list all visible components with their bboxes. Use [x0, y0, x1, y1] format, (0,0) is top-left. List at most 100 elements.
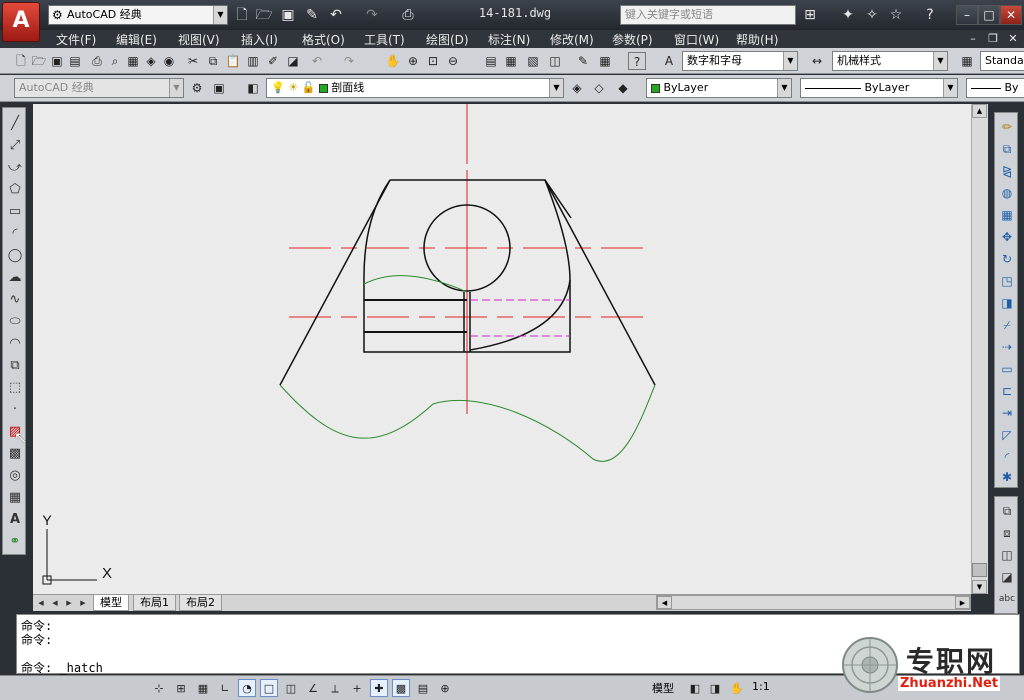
- dim-style-icon[interactable]: ↔: [808, 52, 826, 70]
- paste-special-icon[interactable]: ▥: [244, 52, 262, 70]
- menu-tools[interactable]: 工具(T): [364, 31, 405, 48]
- doc-close-button[interactable]: ✕: [1006, 32, 1020, 46]
- grid-display-icon[interactable]: ▦: [194, 679, 212, 697]
- infer-constraints-icon[interactable]: ⊹: [150, 679, 168, 697]
- menu-parametric[interactable]: 参数(P): [612, 31, 653, 48]
- model-space-label[interactable]: 模型: [652, 680, 674, 696]
- send-to-back-icon[interactable]: ⧈: [997, 523, 1017, 543]
- text-style-icon[interactable]: A: [660, 52, 678, 70]
- add-selected-icon[interactable]: ⚭: [5, 532, 25, 552]
- make-current-icon[interactable]: ◈: [568, 79, 586, 97]
- stretch-icon[interactable]: ◨: [997, 293, 1017, 313]
- bring-to-front-icon[interactable]: ⧉: [997, 501, 1017, 521]
- dynamic-ucs-icon[interactable]: ⟂: [326, 679, 344, 697]
- pan-icon[interactable]: ✋: [728, 679, 746, 697]
- vertical-scroll-thumb[interactable]: [972, 563, 987, 577]
- dim-style-select[interactable]: 机械样式 ▼: [832, 51, 948, 71]
- horizontal-scrollbar[interactable]: ◀ ▶: [656, 595, 971, 610]
- sheet-icon[interactable]: ▤: [66, 52, 84, 70]
- save-icon[interactable]: ▣: [278, 5, 298, 25]
- table-style-select[interactable]: Standa: [980, 51, 1024, 71]
- move-icon[interactable]: ✥: [997, 227, 1017, 247]
- multiline-text-icon[interactable]: A: [5, 510, 25, 530]
- save-as-icon[interactable]: ✎: [302, 5, 322, 25]
- print-icon[interactable]: ⎙: [88, 52, 106, 70]
- explode-icon[interactable]: ✱: [997, 467, 1017, 487]
- menu-insert[interactable]: 插入(I): [241, 31, 278, 48]
- menu-view[interactable]: 视图(V): [178, 31, 220, 48]
- menu-dimension[interactable]: 标注(N): [488, 31, 530, 48]
- match-properties-icon[interactable]: ✐: [264, 52, 282, 70]
- tool-palettes-icon[interactable]: ▧: [524, 52, 542, 70]
- last-tab-icon[interactable]: ▶: [77, 596, 89, 610]
- line-icon[interactable]: ╱: [5, 114, 25, 134]
- mirror-icon[interactable]: ⧎: [997, 161, 1017, 181]
- open-folder-icon[interactable]: 🗁: [254, 5, 274, 25]
- quick-view-layouts-icon[interactable]: ◧: [686, 679, 704, 697]
- array-icon[interactable]: ▦: [997, 205, 1017, 225]
- rotate-icon[interactable]: ↻: [997, 249, 1017, 269]
- spline-icon[interactable]: ∿: [5, 290, 25, 310]
- search-input[interactable]: 键入关键字或短语: [620, 5, 796, 25]
- doc-restore-button[interactable]: ❐: [986, 32, 1000, 46]
- vertical-scrollbar[interactable]: ▲ ▼: [971, 104, 988, 594]
- join-icon[interactable]: ⇥: [997, 403, 1017, 423]
- communication-icon[interactable]: ✧: [862, 5, 882, 25]
- scroll-left-icon[interactable]: ◀: [657, 596, 672, 609]
- erase-icon[interactable]: ✏: [997, 117, 1017, 137]
- minimize-button[interactable]: –: [956, 5, 978, 25]
- publish-3d-icon[interactable]: ◈: [142, 52, 160, 70]
- publish-icon[interactable]: ▦: [124, 52, 142, 70]
- help-icon[interactable]: ?: [920, 5, 940, 25]
- paste-icon[interactable]: 📋: [224, 52, 242, 70]
- doc-minimize-button[interactable]: –: [966, 32, 980, 46]
- first-tab-icon[interactable]: ◀: [35, 596, 47, 610]
- gear-icon[interactable]: ⚙: [188, 79, 206, 97]
- workspace-selector[interactable]: ⚙ AutoCAD 经典 ▼: [48, 5, 228, 25]
- lineweight-display-icon[interactable]: ✚: [370, 679, 388, 697]
- polygon-icon[interactable]: ⬠: [5, 180, 25, 200]
- preview-icon[interactable]: ⌕: [106, 52, 124, 70]
- cut-icon[interactable]: ✂: [184, 52, 202, 70]
- transparency-icon[interactable]: ▩: [392, 679, 410, 697]
- color-select[interactable]: ByLayer ▼: [646, 78, 792, 98]
- sheet-set-icon[interactable]: ◫: [546, 52, 564, 70]
- polyline-icon[interactable]: ⤻: [5, 158, 25, 178]
- save-icon[interactable]: ▣: [48, 52, 66, 70]
- text-style-select[interactable]: 数字和字母 ▼: [682, 51, 798, 71]
- linetype-select[interactable]: ByLayer ▼: [800, 78, 958, 98]
- tab-layout1[interactable]: 布局1: [133, 595, 176, 611]
- zoom-window-icon[interactable]: ⊡: [424, 52, 442, 70]
- scroll-up-icon[interactable]: ▲: [972, 104, 987, 118]
- circle-icon[interactable]: ◯: [5, 246, 25, 266]
- break-at-point-icon[interactable]: ▭: [997, 359, 1017, 379]
- lineweight-select[interactable]: By: [966, 78, 1024, 98]
- send-under-icon[interactable]: ◪: [997, 567, 1017, 587]
- arc-icon[interactable]: ◜: [5, 224, 25, 244]
- scroll-right-icon[interactable]: ▶: [955, 596, 970, 609]
- workspace-select[interactable]: AutoCAD 经典 ▼: [14, 78, 184, 98]
- ellipse-icon[interactable]: ⬭: [5, 312, 25, 332]
- menu-edit[interactable]: 编辑(E): [116, 31, 157, 48]
- revision-cloud-icon[interactable]: ☁: [5, 268, 25, 288]
- qnew-icon[interactable]: 🗋: [12, 52, 30, 70]
- extend-icon[interactable]: ⇢: [997, 337, 1017, 357]
- design-center-icon[interactable]: ▦: [502, 52, 520, 70]
- object-snap-tracking-icon[interactable]: ∠: [304, 679, 322, 697]
- ortho-mode-icon[interactable]: ∟: [216, 679, 234, 697]
- open-icon[interactable]: 🗁: [30, 52, 48, 70]
- maximize-button[interactable]: □: [978, 5, 1000, 25]
- make-block-icon[interactable]: ⬚: [5, 378, 25, 398]
- drawing-canvas[interactable]: Y X: [33, 104, 971, 594]
- tab-model[interactable]: 模型: [93, 595, 129, 611]
- menu-help[interactable]: 帮助(H): [736, 31, 778, 48]
- redo-icon[interactable]: ↷: [340, 52, 358, 70]
- plot-icon[interactable]: ⎙: [398, 5, 418, 25]
- copy-icon[interactable]: ⧉: [204, 52, 222, 70]
- redo-icon[interactable]: ↷: [362, 5, 382, 25]
- menu-modify[interactable]: 修改(M): [550, 31, 594, 48]
- zoom-previous-icon[interactable]: ⊖: [444, 52, 462, 70]
- wrench-icon[interactable]: ✦: [838, 5, 858, 25]
- fillet-icon[interactable]: ◜: [997, 447, 1017, 467]
- polar-tracking-icon[interactable]: ◔: [238, 679, 256, 697]
